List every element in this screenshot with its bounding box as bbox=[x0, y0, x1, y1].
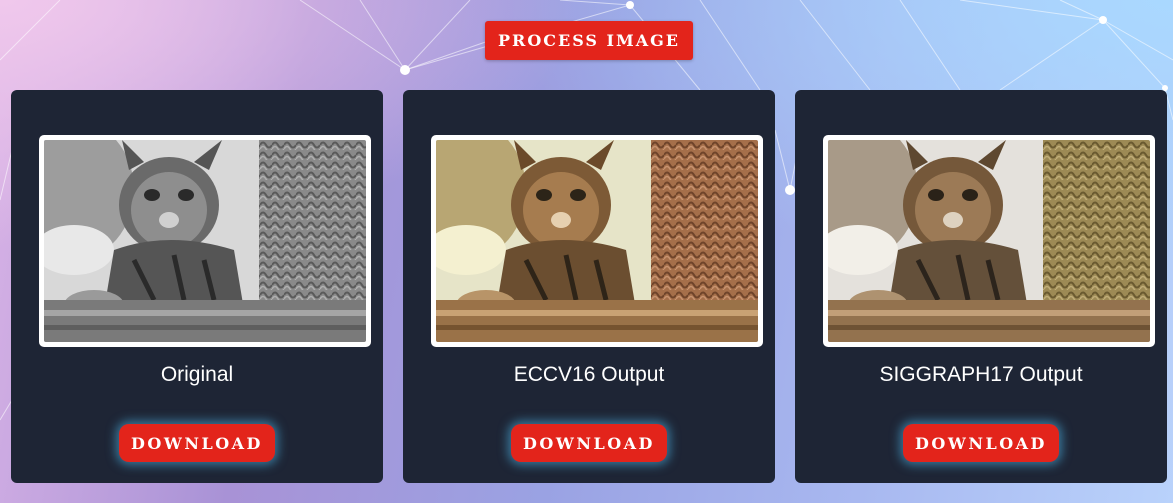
download-button[interactable]: DOWNLOAD bbox=[511, 424, 667, 462]
cat-photo-siggraph17 bbox=[828, 140, 1150, 342]
cat-photo-eccv16 bbox=[436, 140, 758, 342]
card-caption: SIGGRAPH17 Output bbox=[879, 363, 1083, 386]
card-siggraph17-output: SIGGRAPH17 Output DOWNLOAD bbox=[795, 90, 1167, 483]
photo-frame bbox=[823, 135, 1155, 347]
card-caption: ECCV16 Output bbox=[513, 363, 665, 386]
download-button[interactable]: DOWNLOAD bbox=[119, 424, 275, 462]
card-caption: Original bbox=[160, 363, 234, 386]
process-image-button[interactable]: PROCESS IMAGE bbox=[485, 21, 693, 60]
card-original: Original DOWNLOAD bbox=[11, 90, 383, 483]
download-button[interactable]: DOWNLOAD bbox=[903, 424, 1059, 462]
cat-photo-original bbox=[44, 140, 366, 342]
card-eccv16-output: ECCV16 Output DOWNLOAD bbox=[403, 90, 775, 483]
photo-frame bbox=[39, 135, 371, 347]
photo-frame bbox=[431, 135, 763, 347]
